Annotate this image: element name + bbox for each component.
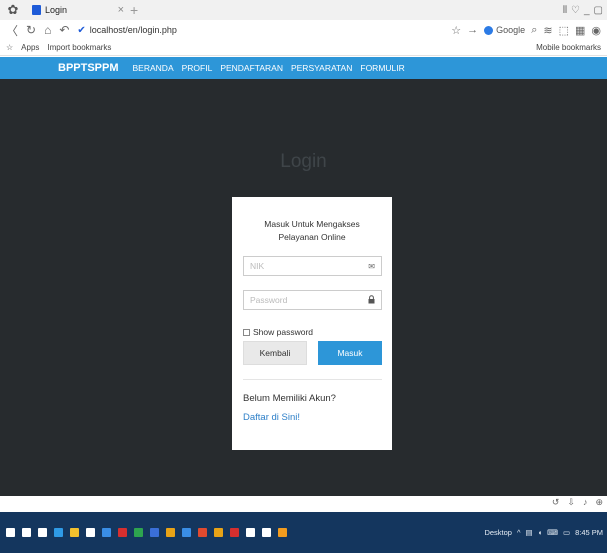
- app-icon[interactable]: [166, 528, 175, 537]
- file-explorer-icon[interactable]: [70, 528, 79, 537]
- no-account-text: Belum Memiliki Akun?: [243, 393, 336, 404]
- nav-link-beranda[interactable]: BERANDA: [133, 63, 174, 73]
- chrome-icon[interactable]: [150, 528, 159, 537]
- sound-icon[interactable]: ♪: [583, 497, 588, 508]
- wifi-icon[interactable]: ≋: [543, 24, 552, 37]
- home-icon[interactable]: ⌂: [44, 23, 51, 37]
- window-tile-icon[interactable]: ⫴: [563, 5, 567, 16]
- window-controls: ⫴ ♡ _ ▢: [563, 5, 603, 16]
- browser-tab[interactable]: Login ×: [28, 1, 128, 19]
- word-icon[interactable]: [102, 528, 111, 537]
- start-icon[interactable]: [6, 528, 15, 537]
- notepad-icon[interactable]: [246, 528, 255, 537]
- page-favicon-icon: [32, 5, 41, 15]
- secure-site-icon: ✔: [77, 24, 86, 36]
- maximize-icon[interactable]: ▢: [594, 5, 603, 16]
- refresh-icon[interactable]: ↻: [26, 23, 36, 37]
- tab-close-icon[interactable]: ×: [118, 4, 124, 16]
- register-link[interactable]: Daftar di Sini!: [243, 412, 300, 423]
- url-text: localhost/en/login.php: [89, 25, 177, 35]
- bookmark-star-outline-icon[interactable]: ☆: [6, 43, 13, 52]
- browser-status-tools: ↺ ⇩ ♪ ⊕: [552, 497, 603, 508]
- history-icon[interactable]: ↺: [552, 497, 560, 508]
- back-icon[interactable]: 〈: [6, 22, 18, 39]
- browser-nav-bar: 〈 ↻ ⌂ ↶ ✔ localhost/en/login.php ☆ → Goo…: [0, 20, 607, 40]
- keyboard-icon[interactable]: ⌨: [547, 528, 558, 537]
- search-engine-selector[interactable]: Google: [484, 25, 525, 35]
- store-icon[interactable]: [86, 528, 95, 537]
- nav-link-formulir[interactable]: FORMULIR: [360, 63, 404, 73]
- bookmark-apps[interactable]: Apps: [21, 43, 39, 52]
- page-content: Login Masuk Untuk Mengakses Pelayanan On…: [0, 79, 607, 496]
- bookmark-import[interactable]: Import bookmarks: [47, 43, 111, 52]
- os-taskbar: Desktop ^ ▤ ◖ ⌨ ▭ 8:45 PM: [0, 512, 607, 553]
- nav-link-persyaratan[interactable]: PERSYARATAN: [291, 63, 352, 73]
- media-icon[interactable]: [230, 528, 239, 537]
- excel-icon[interactable]: [134, 528, 143, 537]
- photo-icon[interactable]: [214, 528, 223, 537]
- login-button[interactable]: Masuk: [318, 341, 382, 365]
- favorite-icon[interactable]: ♡: [571, 5, 580, 16]
- login-heading: Masuk Untuk Mengakses Pelayanan Online: [264, 219, 360, 242]
- search-icon[interactable]: ⌕: [531, 24, 537, 37]
- undo-icon[interactable]: ↶: [59, 23, 69, 37]
- go-icon[interactable]: →: [467, 24, 478, 36]
- address-bar[interactable]: ✔ localhost/en/login.php: [77, 25, 176, 36]
- system-tray: Desktop ^ ▤ ◖ ⌨ ▭ 8:45 PM: [484, 528, 603, 537]
- back-button[interactable]: Kembali: [243, 341, 307, 365]
- page-bottom-strip: [0, 496, 607, 510]
- notification-icon[interactable]: ▭: [563, 528, 570, 537]
- nik-input[interactable]: [250, 261, 369, 271]
- extension-icon[interactable]: ◉: [591, 24, 601, 37]
- browser-tab-bar: ✿ Login × + ⫴ ♡ _ ▢: [0, 0, 607, 20]
- new-tab-icon[interactable]: +: [130, 2, 138, 18]
- browser-logo-icon[interactable]: ✿: [4, 1, 22, 19]
- download-icon[interactable]: ⇩: [567, 497, 575, 508]
- grid-icon[interactable]: ▦: [575, 24, 585, 37]
- show-password-checkbox[interactable]: [243, 328, 250, 336]
- show-password-toggle[interactable]: Show password: [243, 327, 313, 337]
- pdf-icon[interactable]: [118, 528, 127, 537]
- page-title: Login: [280, 151, 327, 172]
- capture-icon[interactable]: ⬚: [559, 24, 569, 37]
- volume-icon[interactable]: ◖: [538, 528, 543, 537]
- tray-overflow-icon[interactable]: ^: [517, 528, 521, 537]
- site-brand[interactable]: BPPTSPPM: [58, 62, 119, 74]
- envelope-icon: ✉: [368, 261, 375, 271]
- search-engine-name: Google: [496, 25, 526, 35]
- powerpoint-icon[interactable]: [198, 528, 207, 537]
- edge-icon[interactable]: [54, 528, 63, 537]
- login-card: Masuk Untuk Mengakses Pelayanan Online ✉…: [232, 197, 392, 450]
- desktop-label[interactable]: Desktop: [484, 528, 512, 537]
- browser-orange-icon[interactable]: [278, 528, 287, 537]
- bookmarks-bar: ☆ Apps Import bookmarks Mobile bookmarks: [0, 40, 607, 56]
- browser-app-icon[interactable]: [182, 528, 191, 537]
- bookmark-star-icon[interactable]: ☆: [451, 24, 461, 37]
- clock[interactable]: 8:45 PM: [575, 528, 603, 537]
- password-input[interactable]: [250, 295, 368, 305]
- nav-right-tools: ☆ → Google ⌕ ≋ ⬚ ▦ ◉: [451, 24, 601, 37]
- zoom-icon[interactable]: ⊕: [595, 497, 603, 508]
- settings-icon[interactable]: [262, 528, 271, 537]
- card-divider: [243, 379, 382, 380]
- task-view-icon[interactable]: [38, 528, 47, 537]
- nav-link-profil[interactable]: PROFIL: [182, 63, 213, 73]
- network-icon[interactable]: ▤: [526, 528, 533, 537]
- nav-link-pendaftaran[interactable]: PENDAFTARAN: [220, 63, 283, 73]
- bookmark-mobile[interactable]: Mobile bookmarks: [536, 43, 601, 52]
- show-password-label: Show password: [253, 327, 314, 337]
- tab-title: Login: [45, 5, 68, 15]
- search-taskbar-icon[interactable]: [22, 528, 31, 537]
- search-engine-icon: [484, 25, 494, 35]
- password-field[interactable]: [243, 290, 382, 310]
- minimize-icon[interactable]: _: [584, 5, 590, 16]
- nik-field[interactable]: ✉: [243, 256, 382, 276]
- lock-icon: [368, 294, 375, 306]
- site-navbar: BPPTSPPM BERANDA PROFIL PENDAFTARAN PERS…: [0, 57, 607, 79]
